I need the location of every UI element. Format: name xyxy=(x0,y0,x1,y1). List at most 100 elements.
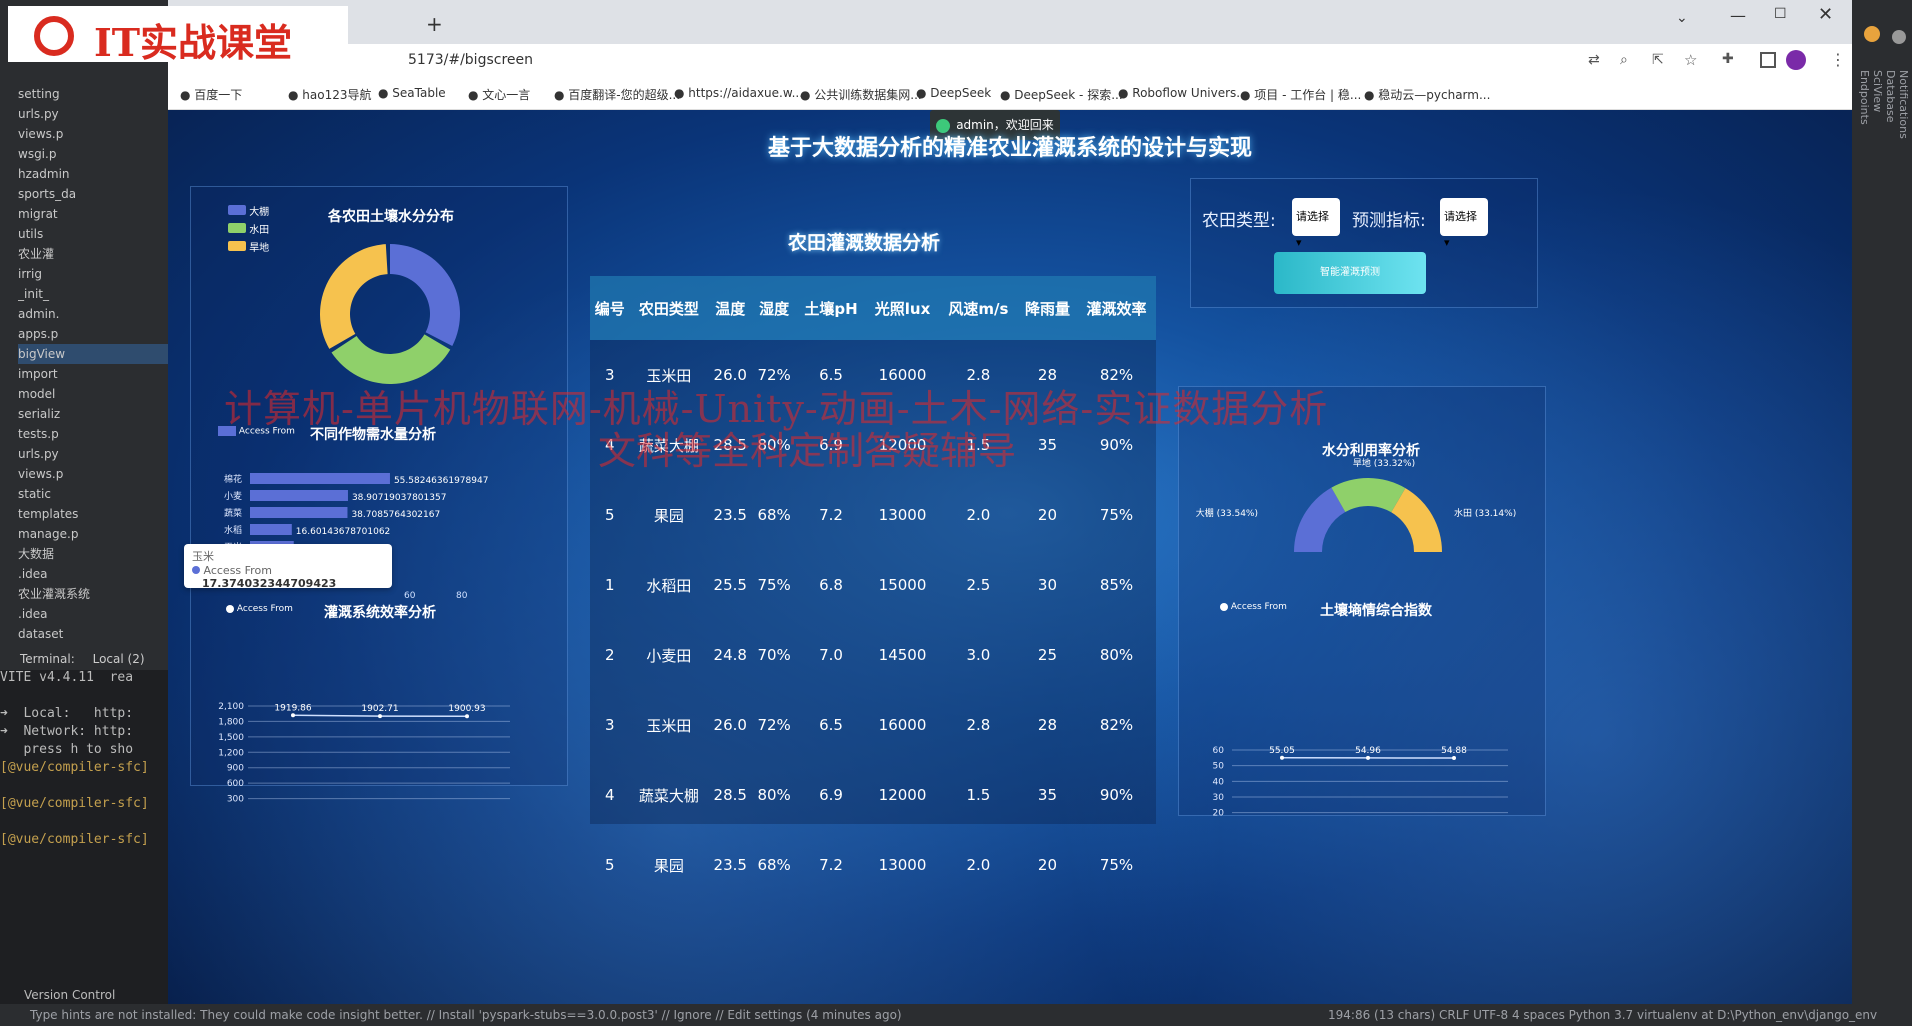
data-point[interactable] xyxy=(1452,756,1456,761)
terminal-line: press h to sho xyxy=(0,742,134,757)
bookmark-item[interactable]: ● 百度一下 xyxy=(180,86,242,103)
bar[interactable] xyxy=(250,507,348,518)
pie-slice[interactable] xyxy=(331,334,451,385)
project-tree[interactable]: setting urls.py views.p wsgi.p hzadmin sports… xyxy=(18,84,168,644)
data-table-container: 编号 农田类型 温度 湿度 土壤pH 光照lux 风速m/s 降雨量 灌溉效率 3 玉米田 26.0… xyxy=(590,276,1156,875)
table-cell: 15000 xyxy=(878,576,927,594)
soil-index-legend: Access From xyxy=(1220,602,1287,612)
tree-item[interactable]: import xyxy=(18,364,168,384)
tree-item[interactable]: views.p xyxy=(18,464,168,484)
tool-window-tab[interactable]: Database xyxy=(1884,70,1897,139)
status-info[interactable]: 194:86 (13 chars) CRLF UTF-8 4 spaces Py… xyxy=(1328,1004,1877,1026)
settings-icon[interactable] xyxy=(1892,30,1906,44)
tree-item[interactable]: sports_da xyxy=(18,184,168,204)
tree-item[interactable]: irrig xyxy=(18,264,168,284)
line-legend: Access From xyxy=(226,604,293,614)
tree-item[interactable]: wsgi.p xyxy=(18,144,168,164)
share-icon[interactable]: ⇱ xyxy=(1652,52,1664,68)
tree-item[interactable]: .idea xyxy=(18,604,168,624)
tree-item[interactable]: urls.py xyxy=(18,104,168,124)
tree-item[interactable]: views.p xyxy=(18,124,168,144)
table-cell: 23.5 xyxy=(713,506,747,524)
tab-search-icon[interactable]: ⌄ xyxy=(1676,10,1688,26)
pie-slice[interactable] xyxy=(320,244,388,349)
translate-icon[interactable]: ⇄ xyxy=(1588,52,1600,68)
bookmark-item[interactable]: ● 百度翻译-您的超级... xyxy=(554,86,680,103)
tool-window-tab[interactable]: Notifications xyxy=(1897,70,1910,139)
bar[interactable] xyxy=(250,473,390,484)
predict-button[interactable]: 智能灌溉预测 xyxy=(1274,252,1426,294)
tree-item[interactable]: model xyxy=(18,384,168,404)
zoom-icon[interactable]: ⌕ xyxy=(1620,52,1628,68)
tree-item[interactable]: urls.py xyxy=(18,444,168,464)
tree-item[interactable]: .idea xyxy=(18,564,168,584)
bookmark-item[interactable]: ● SeaTable xyxy=(378,86,446,100)
pie-slice[interactable] xyxy=(390,244,460,346)
table-cell: 20 xyxy=(1037,506,1058,524)
y-tick-label: 50 xyxy=(1213,762,1225,772)
bookmark-item[interactable]: ● DeepSeek - 探索... xyxy=(1000,86,1123,103)
tree-item[interactable]: static xyxy=(18,484,168,504)
table-cell: 28 xyxy=(1037,716,1058,734)
data-point[interactable] xyxy=(465,714,469,719)
bookmark-star-icon[interactable]: ☆ xyxy=(1684,51,1697,69)
version-control-tab[interactable]: Version Control xyxy=(24,988,115,1002)
tree-item[interactable]: 农业灌 xyxy=(18,244,168,264)
bigscreen-page: admin，欢迎回来 基于大数据分析的精准农业灌溉系统的设计与实现 棉花 55.5… xyxy=(168,110,1852,1004)
farm-type-select[interactable]: 请选择 ▾ xyxy=(1292,198,1340,249)
sidepanel-icon[interactable] xyxy=(1760,52,1776,68)
tree-item[interactable]: serializ xyxy=(18,404,168,424)
status-message[interactable]: Type hints are not installed: They could… xyxy=(30,1004,902,1026)
tree-item[interactable]: dataset xyxy=(18,624,168,644)
table-cell: 35 xyxy=(1037,786,1058,804)
extensions-icon[interactable]: ✚ xyxy=(1722,51,1734,67)
minimize-icon[interactable]: — xyxy=(1730,6,1746,25)
bookmark-item[interactable]: ● 稳动云—pycharm... xyxy=(1364,86,1490,103)
avatar[interactable] xyxy=(1786,50,1806,70)
bookmark-item[interactable]: ● 文心一言 xyxy=(468,86,530,103)
tool-window-tab[interactable]: Endpoints xyxy=(1858,70,1871,139)
table-cell: 2.0 xyxy=(966,506,991,524)
efficiency-title: 灌溉系统效率分析 xyxy=(324,605,436,621)
tree-item[interactable]: bigView xyxy=(18,344,168,364)
tooltip-series: Access From xyxy=(203,564,272,577)
bookmark-item[interactable]: ● 公共训练数据集网... xyxy=(800,86,922,103)
bar[interactable] xyxy=(250,490,348,501)
tree-item[interactable]: templates xyxy=(18,504,168,524)
column-header: 风速m/s xyxy=(938,276,1018,340)
tree-item[interactable]: setting xyxy=(18,84,168,104)
data-point[interactable] xyxy=(378,714,382,719)
menu-icon[interactable]: ⋮ xyxy=(1830,50,1846,69)
data-point[interactable] xyxy=(1280,755,1284,760)
data-point[interactable] xyxy=(1366,755,1370,760)
tree-item[interactable]: apps.p xyxy=(18,324,168,344)
bar[interactable] xyxy=(250,524,292,535)
close-icon[interactable]: ✕ xyxy=(1818,4,1833,25)
data-point[interactable] xyxy=(291,713,295,718)
tree-item[interactable]: hzadmin xyxy=(18,164,168,184)
address-bar: 5173/#/bigscreen ⇄ ⌕ ⇱ ☆ ✚ ⋮ xyxy=(168,44,1852,78)
maximize-icon[interactable]: ☐ xyxy=(1774,6,1787,22)
tree-item[interactable]: manage.p xyxy=(18,524,168,544)
table-cell: 80% xyxy=(1099,646,1134,664)
tree-item[interactable]: 大数据 xyxy=(18,544,168,564)
metric-select[interactable]: 请选择 ▾ xyxy=(1440,198,1488,249)
bookmark-item[interactable]: ● DeepSeek xyxy=(916,86,991,100)
tree-item[interactable]: migrat xyxy=(18,204,168,224)
tree-item[interactable]: admin. xyxy=(18,304,168,324)
notification-icon[interactable] xyxy=(1864,26,1880,42)
tree-item[interactable]: _init_ xyxy=(18,284,168,304)
pie1-legend: 大棚 水田 旱地 xyxy=(228,204,269,258)
tree-item[interactable]: 农业灌溉系统 xyxy=(18,584,168,604)
url-input[interactable]: 5173/#/bigscreen xyxy=(408,52,533,68)
terminal-local-tab[interactable]: Local (2) xyxy=(93,652,145,666)
tool-window-tab[interactable]: SciView xyxy=(1871,70,1884,139)
new-tab-button[interactable]: + xyxy=(426,12,443,36)
tree-item[interactable]: utils xyxy=(18,224,168,244)
terminal-output[interactable]: VITE v4.4.11 rea ➜ Local: http: ➜ Network:… xyxy=(0,670,168,1010)
bookmark-item[interactable]: ● Roboflow Univers... xyxy=(1118,86,1248,100)
bookmark-item[interactable]: ● 项目 - 工作台 | 稳... xyxy=(1240,86,1361,103)
tree-item[interactable]: tests.p xyxy=(18,424,168,444)
bookmark-item[interactable]: ● hao123导航 xyxy=(288,86,372,103)
bookmark-item[interactable]: ● https://aidaxue.w... xyxy=(674,86,803,100)
